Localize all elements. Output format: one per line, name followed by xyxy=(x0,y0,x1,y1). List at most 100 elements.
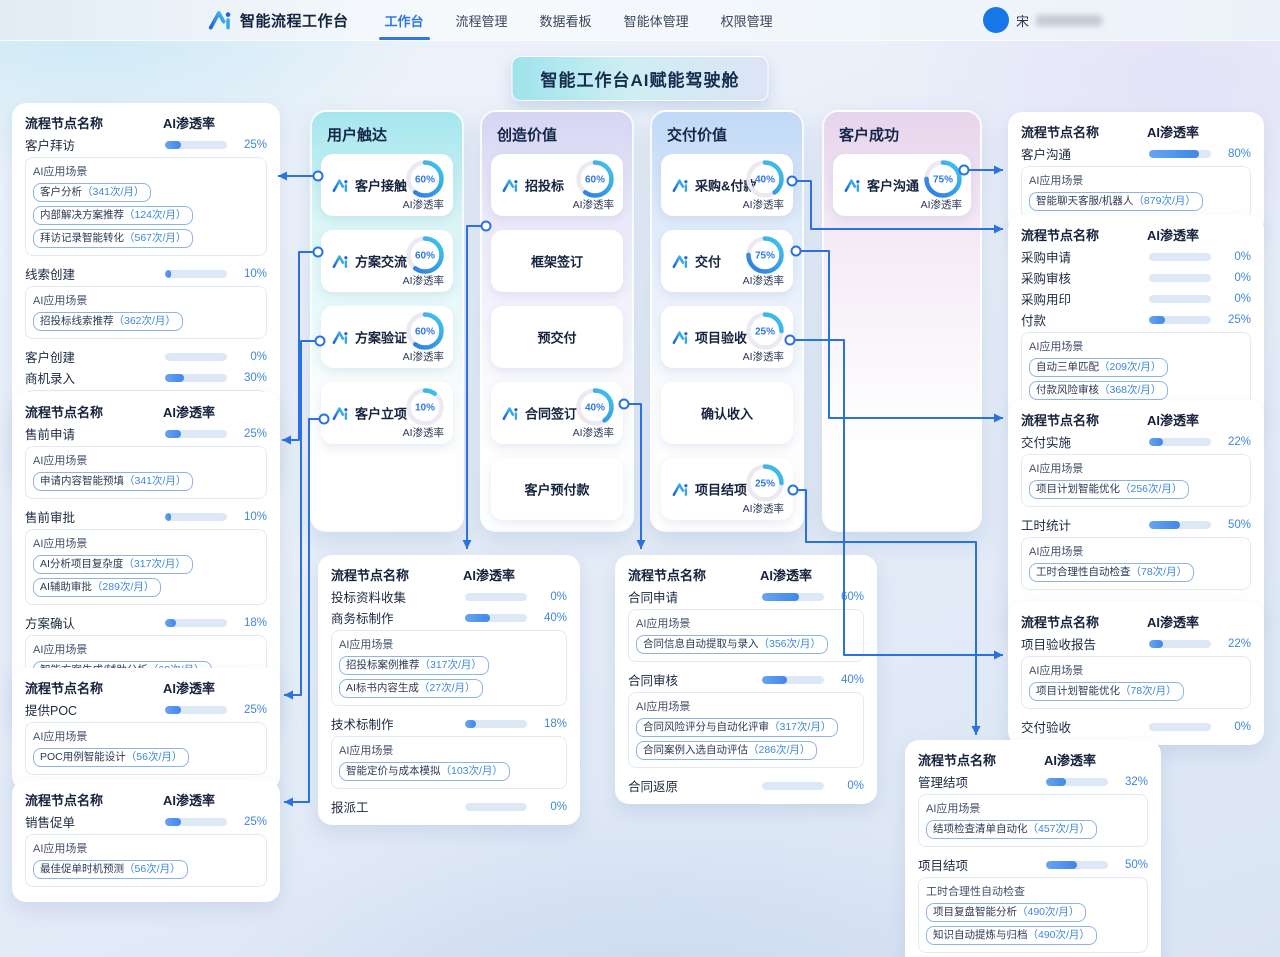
penetration-donut: 25% xyxy=(744,462,786,504)
progress-percent: 0% xyxy=(1219,721,1251,733)
nav-item-1[interactable]: 流程管理 xyxy=(454,0,510,42)
donut-percentage: 60% xyxy=(415,175,435,186)
progress-bar xyxy=(465,614,527,622)
process-node-card[interactable]: 预交付 xyxy=(491,306,623,368)
ai-logo-icon xyxy=(332,328,350,346)
column-header-penetration: AI渗透率 xyxy=(1147,612,1251,630)
user-block[interactable]: 宋 xyxy=(983,7,1102,33)
user-avatar[interactable] xyxy=(983,7,1009,33)
progress-percent: 22% xyxy=(1219,638,1251,650)
scenario-chip: AI分析项目复杂度（317次/月） xyxy=(33,555,193,574)
scenario-label: AI应用场景 xyxy=(339,636,559,652)
process-row: 采购申请0% xyxy=(1021,246,1251,267)
scenario-chip: 自动三单匹配（209次/月） xyxy=(1029,358,1168,377)
process-node-card[interactable]: 合同签订40%AI渗透率 xyxy=(491,382,623,444)
process-node-card[interactable]: 交付75%AI渗透率 xyxy=(661,230,793,292)
donut-percentage: 60% xyxy=(585,175,605,186)
process-row: 合同审核40% xyxy=(628,669,864,690)
column-header-penetration: AI渗透率 xyxy=(163,790,267,808)
process-node-label: 预交付 xyxy=(491,328,623,347)
ai-logo-icon xyxy=(672,480,690,498)
connector-arrow xyxy=(282,436,291,445)
donut-label: AI渗透率 xyxy=(403,425,444,440)
process-node-card[interactable]: 方案交流60%AI渗透率 xyxy=(321,230,453,292)
donut-label: AI渗透率 xyxy=(403,197,444,212)
scenario-label: AI应用场景 xyxy=(1029,172,1243,188)
process-row: 采购审核0% xyxy=(1021,267,1251,288)
scenario-box: AI应用场景POC用例智能设计（56次/月） xyxy=(25,722,267,775)
connector-arrow xyxy=(994,225,1003,234)
stage-title: 用户触达 xyxy=(312,112,462,154)
scenario-box: AI应用场景申请内容智能预填（341次/月） xyxy=(25,446,267,499)
progress-percent: 40% xyxy=(832,674,864,686)
connector-arrow xyxy=(994,166,1003,175)
process-node-card[interactable]: 客户接触 60% AI渗透率 xyxy=(321,154,453,216)
ai-logo-icon xyxy=(502,176,520,194)
process-node-card[interactable]: 招投标60%AI渗透率 xyxy=(491,154,623,216)
penetration-donut: 60% xyxy=(404,158,446,200)
scenario-box: AI应用场景招投标案例推荐（317次/月）AI标书内容生成（27次/月） xyxy=(331,630,567,706)
scenario-chip: 付款风险审核（368次/月） xyxy=(1029,381,1168,400)
info-card-header: 流程节点名称AI渗透率 xyxy=(1021,225,1251,243)
process-node-card[interactable]: 项目验收25%AI渗透率 xyxy=(661,306,793,368)
process-name: 交付验收 xyxy=(1021,717,1149,736)
process-row: 商机录入30% xyxy=(25,367,267,388)
scenario-box: AI应用场景最佳促单时机预测（56次/月） xyxy=(25,834,267,887)
nav-item-4[interactable]: 权限管理 xyxy=(719,0,775,42)
process-name: 销售促单 xyxy=(25,812,165,831)
progress-percent: 0% xyxy=(1219,272,1251,284)
process-node-card[interactable]: 确认收入 xyxy=(661,382,793,444)
scenario-label: AI应用场景 xyxy=(33,840,259,856)
progress-percent: 0% xyxy=(535,801,567,813)
process-name: 售前申请 xyxy=(25,424,165,443)
process-node-card[interactable]: 客户沟通75%AI渗透率 xyxy=(833,154,971,216)
progress-percent: 25% xyxy=(235,816,267,828)
process-node-card[interactable]: 方案验证60%AI渗透率 xyxy=(321,306,453,368)
process-node-label: 合同签订 xyxy=(502,404,577,423)
donut-label: AI渗透率 xyxy=(743,197,784,212)
scenario-box: AI应用场景合同信息自动提取与录入（356次/月） xyxy=(628,609,864,662)
progress-percent: 40% xyxy=(535,612,567,624)
progress-bar xyxy=(165,374,227,382)
stage-column-0: 用户触达客户接触60%AI渗透率方案交流60%AI渗透率方案验证60%AI渗透率… xyxy=(310,110,464,532)
scenario-box: AI应用场景项目计划智能优化（78次/月） xyxy=(1021,656,1251,709)
connector-arrow xyxy=(994,414,1003,423)
nav-item-2[interactable]: 数据看板 xyxy=(538,0,594,42)
donut-percentage: 75% xyxy=(755,251,775,262)
process-node-label: 招投标 xyxy=(502,176,564,195)
progress-bar xyxy=(1149,438,1211,446)
process-node-label: 客户接触 xyxy=(332,176,407,195)
process-node-label: 项目结项 xyxy=(672,480,747,499)
process-node-label: 项目验收 xyxy=(672,328,747,347)
app-logo: 智能流程工作台 xyxy=(208,7,349,33)
info-card-promote: 流程节点名称AI渗透率销售促单25%AI应用场景最佳促单时机预测（56次/月） xyxy=(12,780,280,902)
process-node-card[interactable]: 客户预付款 xyxy=(491,458,623,520)
info-card-header: 流程节点名称AI渗透率 xyxy=(25,678,267,696)
info-card-header: 流程节点名称AI渗透率 xyxy=(1021,612,1251,630)
penetration-donut: 40% xyxy=(574,386,616,428)
progress-percent: 0% xyxy=(1219,251,1251,263)
column-header-node-name: 流程节点名称 xyxy=(331,565,463,583)
donut-percentage: 75% xyxy=(933,175,953,186)
process-name: 商务标制作 xyxy=(331,608,465,627)
process-row: 采购用印0% xyxy=(1021,288,1251,309)
nav-item-3[interactable]: 智能体管理 xyxy=(622,0,691,42)
process-name: 线索创建 xyxy=(25,264,165,283)
process-node-card[interactable]: 采购&付款40%AI渗透率 xyxy=(661,154,793,216)
nav-item-0[interactable]: 工作台 xyxy=(383,0,426,42)
process-name: 合同申请 xyxy=(628,587,762,606)
process-name: 交付实施 xyxy=(1021,432,1149,451)
scenario-label: AI应用场景 xyxy=(33,163,259,179)
process-node-card[interactable]: 客户立项10%AI渗透率 xyxy=(321,382,453,444)
penetration-donut: 60% xyxy=(404,234,446,276)
process-node-label: 方案交流 xyxy=(332,252,407,271)
process-name: 客户拜访 xyxy=(25,135,165,154)
process-node-card[interactable]: 框架签订 xyxy=(491,230,623,292)
scenario-label: AI应用场景 xyxy=(1029,338,1243,354)
scenario-chip: 招投标线索推荐（362次/月） xyxy=(33,312,183,331)
process-name: 管理结项 xyxy=(918,772,1046,791)
process-node-card[interactable]: 项目结项25%AI渗透率 xyxy=(661,458,793,520)
donut-label: AI渗透率 xyxy=(743,349,784,364)
scenario-box: AI应用场景结项检查清单自动化（457次/月） xyxy=(918,794,1148,847)
column-header-node-name: 流程节点名称 xyxy=(25,113,163,131)
